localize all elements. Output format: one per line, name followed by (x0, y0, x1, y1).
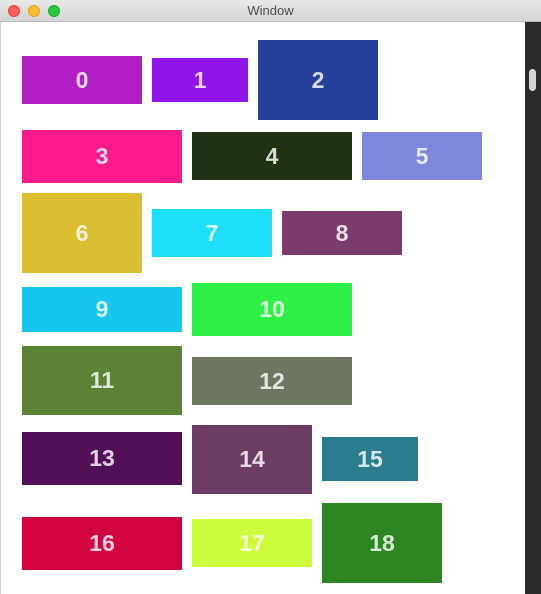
box-17: 17 (192, 519, 312, 567)
box-label: 2 (311, 66, 325, 93)
box-label: 9 (95, 296, 109, 322)
box-label: 11 (89, 367, 115, 393)
box-label: 13 (89, 445, 115, 471)
box-label: 10 (259, 296, 285, 322)
box-7: 7 (152, 209, 272, 257)
box-label: 16 (89, 530, 115, 556)
app-window: Window 0 1 2 3 4 5 6 7 8 9 10 11 12 13 1… (0, 0, 541, 594)
scrollbar-thumb[interactable] (529, 69, 536, 91)
box-11: 11 (22, 346, 182, 415)
box-8: 8 (282, 211, 402, 255)
box-label: 3 (95, 143, 109, 169)
box-15: 15 (322, 437, 418, 481)
box-14: 14 (192, 425, 312, 494)
box-12: 12 (192, 357, 352, 405)
box-13: 13 (22, 432, 182, 485)
box-4: 4 (192, 132, 352, 180)
box-3: 3 (22, 130, 182, 183)
box-label: 15 (357, 445, 383, 472)
box-6: 6 (22, 193, 142, 273)
box-label: 14 (239, 446, 265, 472)
box-10: 10 (192, 283, 352, 336)
box-0: 0 (22, 56, 142, 104)
box-1: 1 (152, 58, 248, 102)
box-label: 18 (369, 529, 395, 556)
content-area: 0 1 2 3 4 5 6 7 8 9 10 11 12 13 14 15 16… (0, 22, 525, 594)
title-bar[interactable]: Window (0, 0, 541, 22)
box-16: 16 (22, 517, 182, 570)
box-18: 18 (322, 503, 442, 583)
box-label: 5 (415, 142, 429, 169)
box-label: 6 (75, 219, 89, 246)
box-5: 5 (362, 132, 482, 180)
box-label: 1 (193, 66, 207, 93)
box-9: 9 (22, 287, 182, 332)
box-label: 4 (265, 142, 279, 169)
box-label: 0 (75, 66, 89, 93)
window-title: Window (247, 3, 294, 18)
box-label: 8 (335, 219, 349, 246)
box-label: 17 (239, 529, 265, 556)
box-label: 12 (259, 367, 285, 394)
box-2: 2 (258, 40, 378, 120)
box-label: 7 (205, 219, 219, 246)
vertical-scrollbar[interactable] (525, 22, 541, 594)
